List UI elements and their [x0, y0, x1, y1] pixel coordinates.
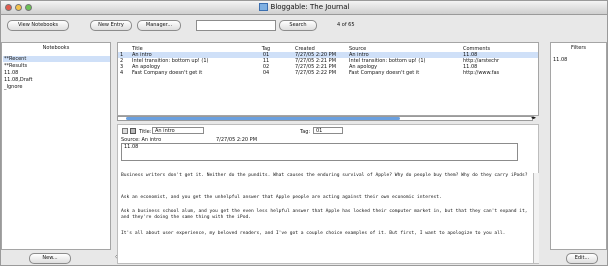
- body-paragraph[interactable]: Ask a business school alum, and you get …: [121, 209, 531, 221]
- filters-panel: Filters 11.08: [550, 42, 607, 250]
- new-entry-button[interactable]: New Entry: [90, 20, 132, 31]
- title-field[interactable]: An intro: [152, 127, 204, 134]
- notebook-item[interactable]: **Recent: [3, 56, 110, 62]
- row-number: 4: [120, 70, 124, 76]
- filters-header: Filters: [571, 45, 586, 51]
- title-label: Title:: [139, 129, 152, 135]
- notebook-item[interactable]: 11.08: [4, 70, 18, 76]
- scrollbar-thumb[interactable]: [126, 117, 400, 120]
- horizontal-scrollbar[interactable]: [117, 116, 533, 121]
- new-notebook-button[interactable]: New...: [29, 253, 71, 264]
- toolbar: View Notebooks New Entry Manager... Sear…: [1, 15, 607, 37]
- tag-field[interactable]: 01: [313, 127, 343, 134]
- manager-button[interactable]: Manager...: [137, 20, 181, 31]
- table-row[interactable]: 4 Fast Company doesn't get it 04 7/27/05…: [118, 70, 538, 76]
- notebook-item[interactable]: _Ignore: [4, 84, 22, 90]
- entries-grid: Title Tag Created Source Comments 1 An i…: [118, 46, 538, 76]
- search-button[interactable]: Search: [279, 20, 317, 31]
- entry-editor: Title: An intro Tag: 01 Source: An intro…: [117, 124, 539, 264]
- notebooks-header: Notebooks: [42, 45, 70, 51]
- row-created: 7/27/05 2:22 PM: [295, 70, 337, 76]
- title-bar: Bloggable: The Journal: [1, 1, 607, 15]
- row-comments: http://www.fas: [463, 70, 500, 76]
- view-notebooks-button[interactable]: View Notebooks: [7, 20, 69, 31]
- comment-box[interactable]: 11.08: [121, 143, 518, 161]
- tag-label: Tag:: [300, 129, 311, 135]
- entries-table: Title Tag Created Source Comments 1 An i…: [117, 42, 539, 116]
- body-paragraph[interactable]: Ask an economist, and you get the unhelp…: [121, 195, 531, 201]
- row-tag: 04: [262, 70, 270, 76]
- app-icon: [258, 3, 268, 11]
- notebook-item[interactable]: 11.08,Draft: [4, 77, 33, 83]
- body-paragraph[interactable]: It's all about user experience, my belov…: [121, 231, 531, 237]
- search-input[interactable]: [196, 20, 276, 31]
- notebook-item[interactable]: **Results: [4, 63, 27, 69]
- row-title: Fast Company doesn't get it: [132, 70, 203, 76]
- row-source: Fast Company doesn't get it: [349, 70, 420, 76]
- filter-item[interactable]: 11.08: [553, 57, 567, 63]
- notebooks-panel: Notebooks **Recent **Results 11.08 11.08…: [1, 42, 111, 250]
- entry-count: 4 of 65: [337, 22, 355, 28]
- scroll-arrows-icon[interactable]: ◂▸: [531, 115, 536, 121]
- body-scrollbar[interactable]: [533, 173, 539, 263]
- app-window: Bloggable: The Journal View Notebooks Ne…: [0, 0, 608, 266]
- lock-icon[interactable]: [130, 128, 136, 134]
- window-title: Bloggable: The Journal: [1, 3, 607, 11]
- edit-filters-button[interactable]: Edit...: [566, 253, 598, 264]
- body-paragraph[interactable]: Business writers don't get it. Neither d…: [121, 173, 531, 179]
- entry-icon: [122, 128, 128, 134]
